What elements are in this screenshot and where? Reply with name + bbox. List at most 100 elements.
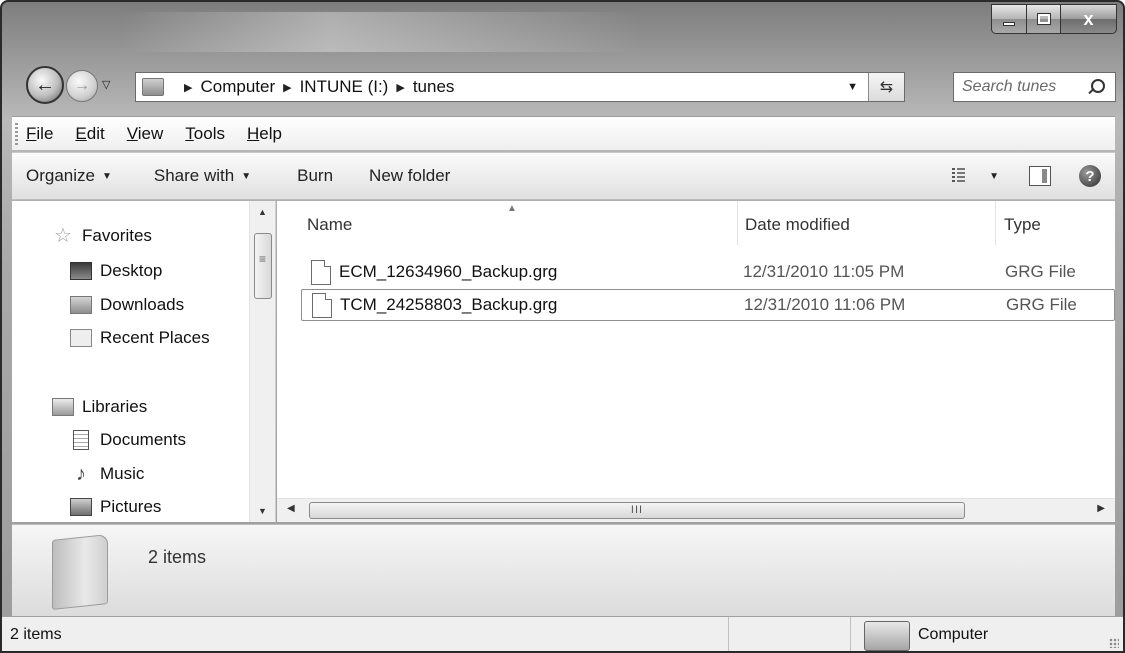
- menu-bar: File Edit View Tools Help: [12, 116, 1115, 150]
- sidebar-item-downloads[interactable]: Downloads: [70, 295, 184, 315]
- menu-tools[interactable]: Tools: [185, 124, 225, 144]
- minimize-button[interactable]: [991, 4, 1027, 34]
- preview-pane-icon[interactable]: [1029, 166, 1051, 186]
- filelist-scrollbar[interactable]: ◀ III ▶: [277, 498, 1115, 522]
- sidebar-item-favorites[interactable]: ☆ Favorites: [52, 226, 152, 246]
- back-button[interactable]: ←: [26, 66, 64, 104]
- maximize-button[interactable]: [1027, 4, 1061, 34]
- glass-highlight: [122, 12, 642, 52]
- status-location: Computer: [918, 626, 989, 643]
- column-header-row: ▲ Name Date modified Type: [277, 201, 1115, 245]
- menu-edit[interactable]: Edit: [75, 124, 104, 144]
- file-name: ECM_12634960_Backup.grg: [339, 262, 558, 281]
- share-with-button[interactable]: Share with ▼: [140, 166, 265, 186]
- address-dropdown-icon[interactable]: ▼: [837, 81, 868, 93]
- sidebar-item-label: Favorites: [82, 226, 152, 245]
- music-icon: ♪: [76, 463, 86, 485]
- title-bar[interactable]: x: [2, 2, 1123, 62]
- scrollbar-thumb[interactable]: III: [309, 502, 965, 519]
- search-box[interactable]: [953, 72, 1116, 102]
- sidebar-item-label: Downloads: [100, 295, 185, 314]
- menu-grip[interactable]: [15, 123, 18, 145]
- column-divider[interactable]: [737, 201, 738, 245]
- scroll-left-icon[interactable]: ◀: [287, 503, 295, 514]
- details-view-icon: [952, 168, 974, 184]
- file-type: GRG File: [1005, 262, 1076, 281]
- file-icon: [311, 259, 331, 285]
- new-folder-button[interactable]: New folder: [355, 166, 464, 186]
- maximize-icon: [1036, 13, 1051, 25]
- explorer-window: x ← → ▽ ▶ Computer ▶ INTUNE (I:) ▶ tunes…: [0, 0, 1125, 653]
- sort-ascending-icon: ▲: [507, 203, 517, 214]
- view-controls: ▼ ?: [952, 165, 1115, 187]
- refresh-button[interactable]: ⇆: [868, 73, 904, 101]
- minimize-icon: [1003, 22, 1015, 26]
- navigation-pane: ☆ Favorites Desktop Downloads Recent Pla…: [12, 201, 276, 522]
- chevron-down-icon: ▼: [989, 170, 999, 182]
- organize-button[interactable]: Organize ▼: [12, 166, 126, 186]
- scroll-up-icon[interactable]: ▲: [258, 207, 267, 217]
- status-item-count: 2 items: [10, 626, 62, 643]
- column-header-type[interactable]: Type: [1004, 215, 1041, 235]
- file-type: GRG File: [1006, 295, 1077, 314]
- sidebar-item-label: Music: [100, 464, 145, 483]
- sidebar-item-pictures[interactable]: Pictures: [70, 497, 161, 517]
- sidebar-item-music[interactable]: ♪ Music: [70, 464, 144, 484]
- file-icon: [312, 292, 332, 318]
- sidebar-item-recent-places[interactable]: Recent Places: [70, 328, 210, 348]
- computer-icon: [864, 621, 910, 651]
- recent-pages-dropdown[interactable]: ▽: [102, 78, 110, 91]
- chevron-right-icon[interactable]: ▶: [184, 81, 192, 94]
- scroll-down-icon[interactable]: ▼: [258, 506, 267, 516]
- sidebar-item-label: Pictures: [100, 497, 162, 516]
- file-row[interactable]: TCM_24258803_Backup.grg 12/31/2010 11:06…: [301, 289, 1115, 321]
- file-list: ▲ Name Date modified Type ECM_12634960_B…: [277, 201, 1115, 522]
- file-date: 12/31/2010 11:06 PM: [744, 295, 906, 314]
- chevron-right-icon[interactable]: ▶: [396, 81, 404, 94]
- search-icon[interactable]: [1086, 78, 1105, 96]
- forward-arrow-icon: →: [74, 77, 90, 94]
- pictures-icon: [70, 498, 92, 516]
- address-bar[interactable]: ▶ Computer ▶ INTUNE (I:) ▶ tunes ▼ ⇆: [135, 72, 905, 102]
- file-name: TCM_24258803_Backup.grg: [340, 295, 558, 314]
- item-count: 2 items: [148, 547, 207, 567]
- downloads-icon: [70, 296, 92, 314]
- status-divider: [850, 617, 851, 651]
- address-controls: ▼ ⇆: [837, 73, 904, 101]
- breadcrumb-drive[interactable]: INTUNE (I:): [300, 77, 389, 97]
- chevron-right-icon[interactable]: ▶: [283, 81, 291, 94]
- column-header-name[interactable]: Name: [307, 215, 352, 235]
- scroll-right-icon[interactable]: ▶: [1097, 503, 1105, 514]
- details-pane: 2 items: [12, 524, 1115, 616]
- change-view-button[interactable]: ▼: [952, 168, 999, 184]
- menu-file[interactable]: File: [26, 124, 53, 144]
- sidebar-item-desktop[interactable]: Desktop: [70, 261, 162, 281]
- column-header-date[interactable]: Date modified: [745, 215, 850, 235]
- forward-button[interactable]: →: [66, 70, 98, 102]
- status-bar: 2 items Computer: [2, 616, 1123, 651]
- sidebar-item-label: Libraries: [82, 397, 148, 416]
- refresh-icon: ⇆: [879, 79, 894, 96]
- folder-icon: [52, 534, 108, 610]
- help-icon[interactable]: ?: [1079, 165, 1101, 187]
- recent-places-icon: [70, 329, 92, 347]
- search-input[interactable]: [962, 78, 1082, 96]
- back-arrow-icon: ←: [35, 73, 55, 96]
- navpane-scrollbar[interactable]: ▲ ▼: [249, 201, 275, 522]
- sidebar-item-label: Desktop: [100, 261, 163, 280]
- sidebar-item-label: Documents: [100, 430, 186, 449]
- burn-button[interactable]: Burn: [283, 166, 347, 186]
- desktop-icon: [70, 262, 92, 280]
- menu-help[interactable]: Help: [247, 124, 282, 144]
- breadcrumb-computer[interactable]: Computer: [200, 77, 275, 97]
- column-divider[interactable]: [995, 201, 996, 245]
- close-button[interactable]: x: [1061, 4, 1117, 34]
- scrollbar-thumb[interactable]: [254, 233, 272, 299]
- sidebar-item-documents[interactable]: Documents: [70, 430, 186, 450]
- breadcrumb-folder[interactable]: tunes: [413, 77, 455, 97]
- sidebar-item-libraries[interactable]: Libraries: [52, 397, 147, 417]
- file-row[interactable]: ECM_12634960_Backup.grg 12/31/2010 11:05…: [301, 256, 1115, 288]
- star-icon: ☆: [54, 225, 72, 247]
- resize-grip[interactable]: [1109, 638, 1119, 648]
- menu-view[interactable]: View: [127, 124, 164, 144]
